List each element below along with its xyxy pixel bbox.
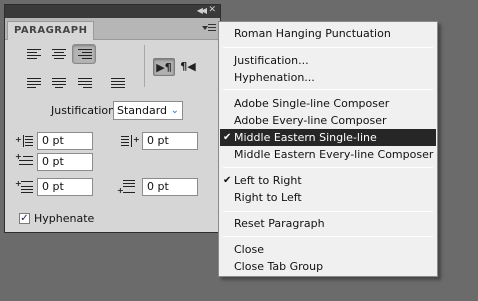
menu-item-adobe-single-line-composer[interactable]: Adobe Single-line Composer bbox=[220, 95, 436, 112]
chevron-down-icon: ⌄ bbox=[170, 105, 179, 116]
justify-last-center-button[interactable] bbox=[46, 73, 70, 93]
menu-item-justification[interactable]: Justification... bbox=[220, 52, 436, 69]
left-indent-icon: + bbox=[15, 133, 33, 149]
menu-item-right-to-left[interactable]: Right to Left bbox=[220, 189, 436, 206]
menu-item-label: Reset Paragraph bbox=[234, 217, 325, 230]
panel-menu-icon[interactable] bbox=[202, 22, 216, 34]
menu-separator bbox=[223, 89, 433, 90]
menu-item-adobe-every-line-composer[interactable]: Adobe Every-line Composer bbox=[220, 112, 436, 129]
justify-all-button[interactable] bbox=[105, 73, 129, 93]
menu-separator bbox=[223, 47, 433, 48]
right-indent-icon: + bbox=[121, 133, 140, 149]
close-icon[interactable]: ✕ bbox=[208, 5, 216, 15]
justification-label: Justification: bbox=[51, 104, 119, 117]
paragraph-panel: ◀◀ ✕ PARAGRAPH ▶¶ ¶◀ Justification: Stan… bbox=[4, 4, 221, 233]
space-before-input[interactable]: 0 pt bbox=[37, 178, 93, 196]
menu-item-label: Roman Hanging Punctuation bbox=[234, 27, 391, 40]
right-to-left-button[interactable]: ¶◀ bbox=[177, 58, 199, 76]
rtl-paragraph-icon: ¶◀ bbox=[180, 60, 196, 73]
justify-last-right-button[interactable] bbox=[72, 73, 96, 93]
space-after-input[interactable]: 0 pt bbox=[142, 178, 198, 196]
menu-item-hyphenation[interactable]: Hyphenation... bbox=[220, 69, 436, 86]
menu-separator bbox=[223, 167, 433, 168]
first-line-indent-input[interactable]: 0 pt bbox=[37, 153, 93, 171]
left-to-right-button[interactable]: ▶¶ bbox=[153, 58, 175, 76]
checkmark-icon: ✔ bbox=[223, 175, 232, 186]
justification-value: Standard bbox=[117, 104, 168, 117]
menu-item-label: Close bbox=[234, 243, 264, 256]
right-indent-input[interactable]: 0 pt bbox=[142, 132, 198, 150]
menu-item-middle-eastern-single-line-composer[interactable]: ✔ Middle Eastern Single-line Composer bbox=[220, 129, 436, 161]
align-right-button[interactable] bbox=[72, 44, 96, 64]
menu-item-label: Middle Eastern Every-line Composer bbox=[234, 148, 434, 161]
hyphenate-label: Hyphenate bbox=[34, 212, 95, 225]
menu-item-label: Left to Right bbox=[234, 174, 302, 187]
menu-item-label: Adobe Every-line Composer bbox=[234, 114, 387, 127]
panel-flyout-menu: Roman Hanging Punctuation Justification.… bbox=[218, 21, 438, 277]
tab-paragraph[interactable]: PARAGRAPH bbox=[7, 21, 95, 40]
menu-item-roman-hanging-punctuation[interactable]: Roman Hanging Punctuation bbox=[220, 25, 436, 42]
menu-item-label: Justification... bbox=[234, 54, 309, 67]
space-before-icon: + bbox=[15, 179, 33, 195]
panel-tab-bar: PARAGRAPH bbox=[5, 18, 220, 40]
checkmark-icon: ✔ bbox=[223, 132, 232, 143]
menu-item-middle-eastern-every-line-composer[interactable]: Middle Eastern Every-line Composer bbox=[220, 146, 436, 163]
collapse-icon[interactable]: ◀◀ bbox=[197, 6, 207, 15]
justify-last-left-button[interactable] bbox=[21, 73, 45, 93]
divider bbox=[144, 45, 145, 87]
menu-item-label: Hyphenation... bbox=[234, 71, 315, 84]
menu-item-reset-paragraph[interactable]: Reset Paragraph bbox=[220, 215, 436, 232]
left-indent-input[interactable]: 0 pt bbox=[37, 132, 93, 150]
ltr-paragraph-icon: ▶¶ bbox=[156, 61, 172, 74]
menu-separator bbox=[223, 211, 433, 212]
hyphenate-checkbox[interactable]: ✓ bbox=[19, 213, 30, 224]
panel-top-strip: ◀◀ ✕ bbox=[5, 5, 220, 18]
space-after-icon: + bbox=[117, 179, 135, 195]
align-left-button[interactable] bbox=[21, 44, 45, 64]
justification-dropdown[interactable]: Standard ⌄ bbox=[113, 101, 183, 120]
menu-item-label: Adobe Single-line Composer bbox=[234, 97, 390, 110]
menu-item-label: Close Tab Group bbox=[234, 260, 324, 273]
menu-item-label: Right to Left bbox=[234, 191, 302, 204]
menu-item-left-to-right[interactable]: ✔ Left to Right bbox=[220, 172, 436, 189]
first-line-indent-icon: + bbox=[15, 152, 33, 170]
align-center-button[interactable] bbox=[46, 44, 70, 64]
menu-item-close[interactable]: Close bbox=[220, 241, 436, 258]
menu-item-close-tab-group[interactable]: Close Tab Group bbox=[220, 258, 436, 275]
menu-separator bbox=[223, 236, 433, 237]
